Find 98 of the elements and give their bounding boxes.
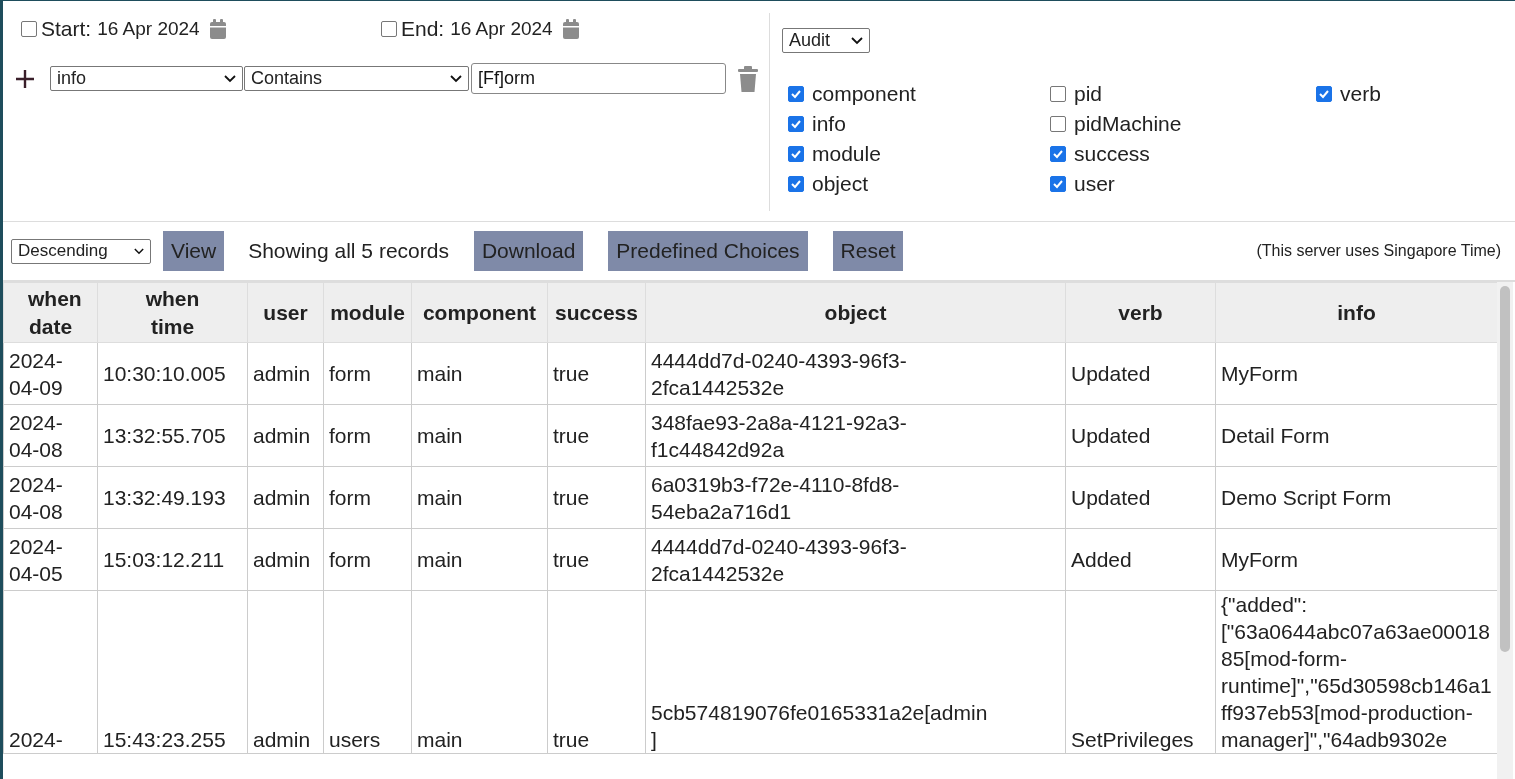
table-cell: admin [253,728,311,751]
checkbox[interactable] [1316,86,1332,102]
checkbox[interactable] [788,116,804,132]
table-cell: 13:32:55.705 [103,424,226,447]
table-cell: main [417,424,463,447]
checkbox[interactable] [788,176,804,192]
table-cell: admin [253,424,311,447]
trash-icon[interactable] [738,65,758,92]
table-cell: 10:30:10.005 [103,362,226,385]
checkbox-label: user [1074,172,1115,196]
table-cell: 15:03:12.211 [103,548,225,571]
table-cell: Detail Form [1221,424,1330,447]
checkbox-label: object [812,172,869,196]
table-cell: 2024-04-05 [9,534,63,585]
checkbox-label: success [1074,142,1150,166]
checkbox[interactable] [1050,86,1066,102]
checkbox-label: verb [1340,82,1381,106]
table-cell: Updated [1071,362,1151,385]
table-cell: Added [1071,548,1132,571]
column-header[interactable]: info [1215,282,1498,343]
value-field[interactable]: [Ff]orm [471,63,726,94]
add-icon[interactable] [15,68,35,89]
date-label: End: [401,17,445,41]
table-cell: true [553,424,590,447]
checkbox[interactable] [1050,176,1066,192]
table-cell: admin [253,486,311,509]
table-cell: form [329,486,371,509]
column-header[interactable]: when date [3,282,98,343]
column-header[interactable]: component [411,282,548,343]
checkbox[interactable] [1050,116,1066,132]
sort-select[interactable]: Descending [11,238,151,264]
table-cell: main [417,548,463,571]
table-cell: true [553,728,590,751]
log-type-select[interactable]: Audit [782,28,870,53]
table-cell: form [329,548,371,571]
column-header[interactable]: module [323,282,412,343]
table-cell: 2024- [9,728,63,751]
table-cell: true [553,362,590,385]
table-cell-text: 348fae93-2a8a-4121-92a3-f1c44842d92a [651,409,908,463]
table-cell: Demo Script Form [1221,486,1392,509]
record-count: Showing all 5 records [248,239,449,263]
table-cell: 15:43:23.255 [103,728,226,751]
table-cell: admin [253,362,311,385]
table-cell: admin [253,548,311,571]
calendar-icon[interactable] [209,19,226,39]
view-button[interactable]: View [163,231,225,271]
table-cell: main [417,362,463,385]
table-cell: MyForm [1221,362,1298,385]
checkbox-label: pidMachine [1074,112,1182,136]
column-header[interactable]: verb [1065,282,1216,343]
scrollbar-thumb[interactable] [1500,286,1510,652]
table-cell: MyForm [1221,548,1298,571]
checkbox[interactable] [21,21,37,37]
table-cell: form [329,362,371,385]
date-label: Start: [41,17,92,41]
calendar-icon[interactable] [562,19,579,39]
column-header[interactable]: user [247,282,324,343]
table-cell: SetPrivileges [1071,728,1194,751]
checkbox[interactable] [381,21,397,37]
caret-icon [851,36,863,45]
checkbox-label: info [812,112,846,136]
date-value[interactable]: 16 Apr 2024 [450,18,553,40]
table-cell: Updated [1071,424,1151,447]
checkbox-label: module [812,142,881,166]
table-cell-text: 4444dd7d-0240-4393-96f3-2fca1442532e [651,347,908,401]
caret-icon [224,74,236,83]
table-cell: 2024-04-09 [9,348,63,399]
checkbox-label: component [812,82,916,106]
table-cell: 2024-04-08 [9,410,63,461]
toolbar-button[interactable]: Download [473,231,584,271]
caret-icon [450,74,462,83]
column-header[interactable]: object [645,282,1066,343]
toolbar-button[interactable]: Reset [832,231,904,271]
table-cell: Updated [1071,486,1151,509]
table-cell: main [417,486,463,509]
table-cell: true [553,548,590,571]
table-cell: 13:32:49.193 [103,486,226,509]
caret-icon [134,247,144,255]
table-cell: users [329,728,381,751]
checkbox-label: pid [1074,82,1103,106]
column-header[interactable]: success [547,282,646,343]
table-cell: 2024-04-08 [9,472,63,523]
table-cell: form [329,424,371,447]
table-cell-text: 4444dd7d-0240-4393-96f3-2fca1442532e [651,533,908,587]
table-cell-text: 6a0319b3-f72e-4110-8fd8-54eba2a716d1 [651,471,901,525]
field-select[interactable]: info [50,66,243,91]
timezone-note: (This server uses Singapore Time) [1256,242,1501,260]
table-cell: {"added":["63a0644abc07a63ae0001885[mod-form-runtime]","65d30598cb146a1ff937eb53[mod-production-manager]","64adb9302e [1221,593,1492,751]
table-cell: true [553,486,590,509]
table-cell-text: 5cb574819076fe0165331a2e[admin] [651,700,989,753]
date-value[interactable]: 16 Apr 2024 [97,18,200,40]
toolbar-button[interactable]: Predefined Choices [608,231,808,271]
operator-select[interactable]: Contains [244,66,469,91]
checkbox[interactable] [788,86,804,102]
column-header[interactable]: when time [97,282,248,343]
checkbox[interactable] [788,146,804,162]
checkbox[interactable] [1050,146,1066,162]
table-cell: main [417,728,463,751]
